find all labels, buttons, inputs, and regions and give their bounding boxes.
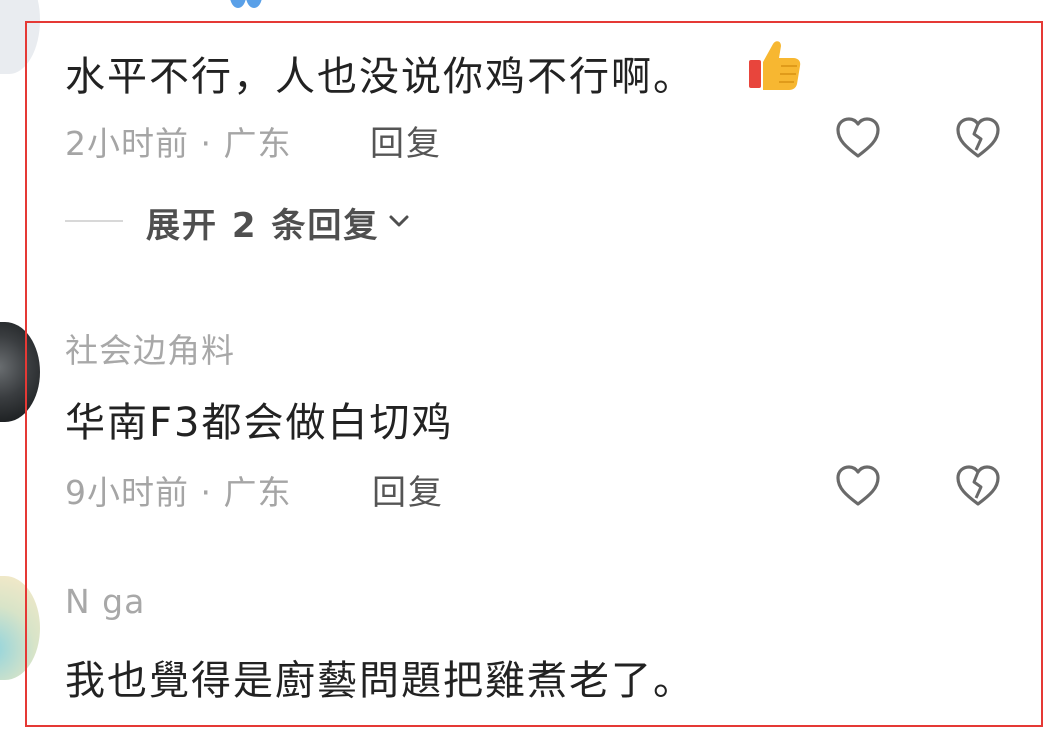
username-3[interactable]: N ga [65,582,145,621]
comment-text-3: 我也覺得是廚藝問題把雞煮老了。 [65,658,695,704]
comment-text-1: 水平不行，人也没说你鸡不行啊。 [65,54,695,100]
heart-outline-icon [836,465,880,506]
comment-text-2: 华南F3都会做白切鸡 [65,400,454,446]
emoji-icon [230,0,262,8]
reply-button-2[interactable]: 回复 [372,465,444,514]
username-2[interactable]: 社会边角料 [65,324,235,372]
like-button-2[interactable] [832,460,884,512]
broken-heart-icon [956,117,1000,158]
reply-button-1[interactable]: 回复 [370,116,442,165]
thumbs-up-emoji [749,41,801,90]
comment-meta-2: 9小时前 · 广东 [65,473,292,512]
chevron-down-icon[interactable] [386,208,412,234]
expand-divider [65,220,123,222]
comment-meta-1: 2小时前 · 广东 [65,124,292,163]
heart-outline-icon [836,117,880,158]
broken-heart-icon [956,465,1000,506]
dislike-button-1[interactable] [952,112,1004,164]
dislike-button-2[interactable] [952,460,1004,512]
expand-replies-button[interactable]: 展开 2 条回复 [146,198,379,247]
like-button-1[interactable] [832,112,884,164]
